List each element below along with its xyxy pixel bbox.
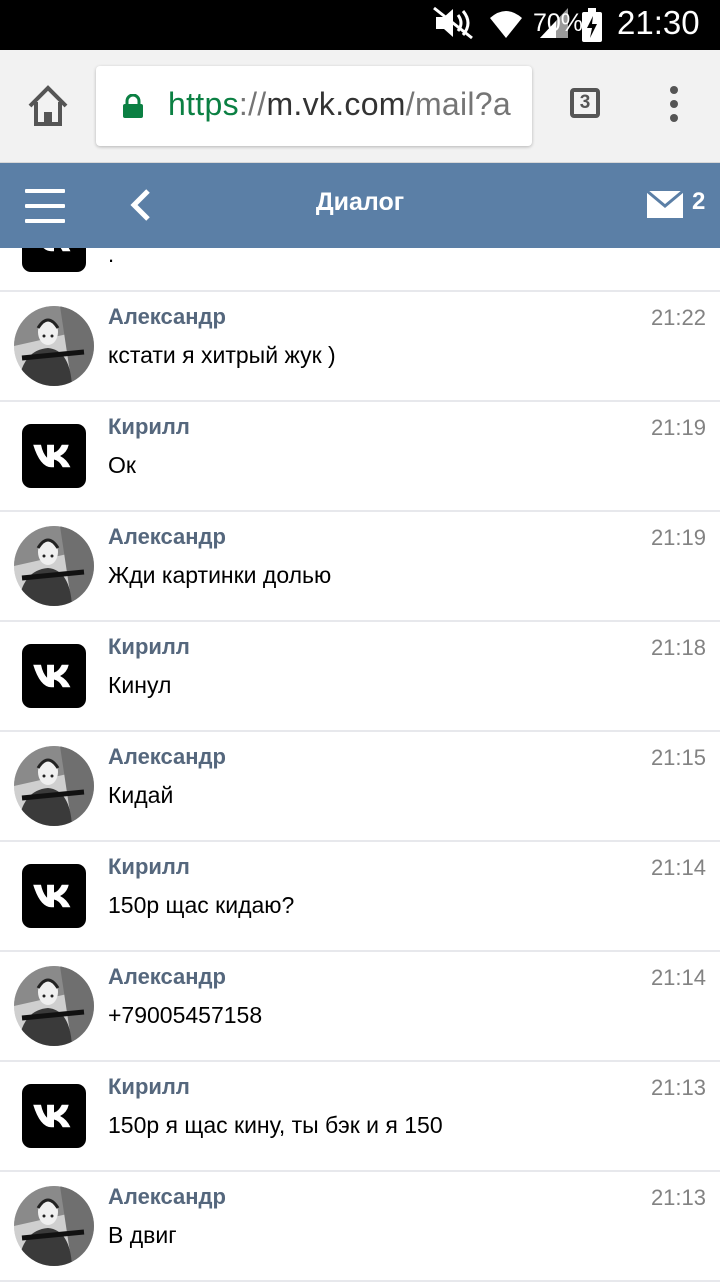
message-text: +79005457158	[108, 1002, 263, 1028]
sender-name[interactable]: Александр	[108, 524, 226, 550]
message-time: 21:15	[650, 745, 706, 770]
vk-logo-avatar[interactable]	[22, 644, 86, 708]
message-item[interactable]: Александр 21:19 Жди картинки долью	[0, 512, 720, 622]
sender-name[interactable]: Александр	[108, 1184, 226, 1210]
message-text: Жди картинки долью	[108, 562, 332, 588]
message-time: 21:18	[650, 635, 706, 660]
message-time: 21:19	[650, 415, 706, 440]
wifi-icon	[490, 11, 522, 38]
message-item[interactable]: Александр 21:14 +79005457158	[0, 952, 720, 1062]
tab-switcher-button[interactable]: 3	[570, 88, 600, 118]
message-time: 21:22	[650, 305, 706, 330]
overflow-menu-icon[interactable]	[664, 86, 684, 126]
message-text: 150р я щас кину, ты бэк и я 150	[108, 1112, 443, 1138]
avatar[interactable]	[14, 306, 94, 386]
message-time: 21:14	[650, 855, 706, 880]
avatar[interactable]	[14, 1186, 94, 1266]
message-text: Кинул	[108, 672, 172, 698]
message-time: 21:19	[650, 525, 706, 550]
vk-logo-avatar	[22, 248, 86, 272]
sender-name[interactable]: Кирилл	[108, 854, 190, 880]
message-item[interactable]: Александр 21:15 Кидай	[0, 732, 720, 842]
message-text: Кидай	[108, 782, 174, 808]
message-item[interactable]: Александр 21:22 кстати я хитрый жук )	[0, 292, 720, 402]
vk-header: Диалог 2	[0, 163, 720, 248]
url-text: https://m.vk.com/mail?a	[168, 86, 512, 122]
message-item[interactable]: Александр 21:13 В двиг	[0, 1172, 720, 1282]
vk-logo-avatar[interactable]	[22, 1084, 86, 1148]
page-title: Диалог	[315, 188, 405, 216]
home-icon[interactable]	[24, 84, 72, 128]
sender-name[interactable]: Александр	[108, 744, 226, 770]
message-text: Ок	[108, 452, 136, 478]
message-time: 21:13	[650, 1075, 706, 1100]
sender-name[interactable]: Александр	[108, 964, 226, 990]
vk-logo-avatar[interactable]	[22, 424, 86, 488]
avatar[interactable]	[14, 746, 94, 826]
battery-charging-icon	[582, 8, 602, 42]
mute-icon	[433, 6, 473, 40]
avatar[interactable]	[14, 526, 94, 606]
sender-name[interactable]: Александр	[108, 304, 226, 330]
unread-count-badge[interactable]: 2	[692, 188, 705, 216]
message-text: В двиг	[108, 1222, 177, 1248]
browser-toolbar: https://m.vk.com/mail?a 3	[0, 50, 720, 163]
address-bar[interactable]: https://m.vk.com/mail?a	[96, 66, 532, 146]
message-text: 150р щас кидаю?	[108, 892, 295, 918]
status-bar: 70% 21:30	[0, 0, 720, 50]
sender-name[interactable]: Кирилл	[108, 414, 190, 440]
message-time: 21:14	[650, 965, 706, 990]
lock-icon	[123, 94, 143, 118]
message-text: .	[108, 248, 115, 267]
message-item[interactable]: Кирилл 21:18 Кинул	[0, 622, 720, 732]
message-item[interactable]: Кирилл 21:13 150р я щас кину, ты бэк и я 1…	[0, 1062, 720, 1172]
sender-name[interactable]: Кирилл	[108, 634, 190, 660]
status-time: 21:30	[617, 4, 700, 41]
vk-logo-avatar[interactable]	[22, 864, 86, 928]
sender-name[interactable]: Кирилл	[108, 1074, 190, 1100]
message-time: 21:13	[650, 1185, 706, 1210]
message-text: кстати я хитрый жук )	[108, 342, 336, 368]
message-list: Александр 21:22 кстати я хитрый жук ) Кирил…	[0, 292, 720, 1282]
avatar[interactable]	[14, 966, 94, 1046]
mail-icon[interactable]	[646, 189, 686, 221]
battery-percent: 70%	[533, 9, 584, 37]
message-item-partial: .	[0, 248, 720, 292]
message-item[interactable]: Кирилл 21:14 150р щас кидаю?	[0, 842, 720, 952]
message-item[interactable]: Кирилл 21:19 Ок	[0, 402, 720, 512]
